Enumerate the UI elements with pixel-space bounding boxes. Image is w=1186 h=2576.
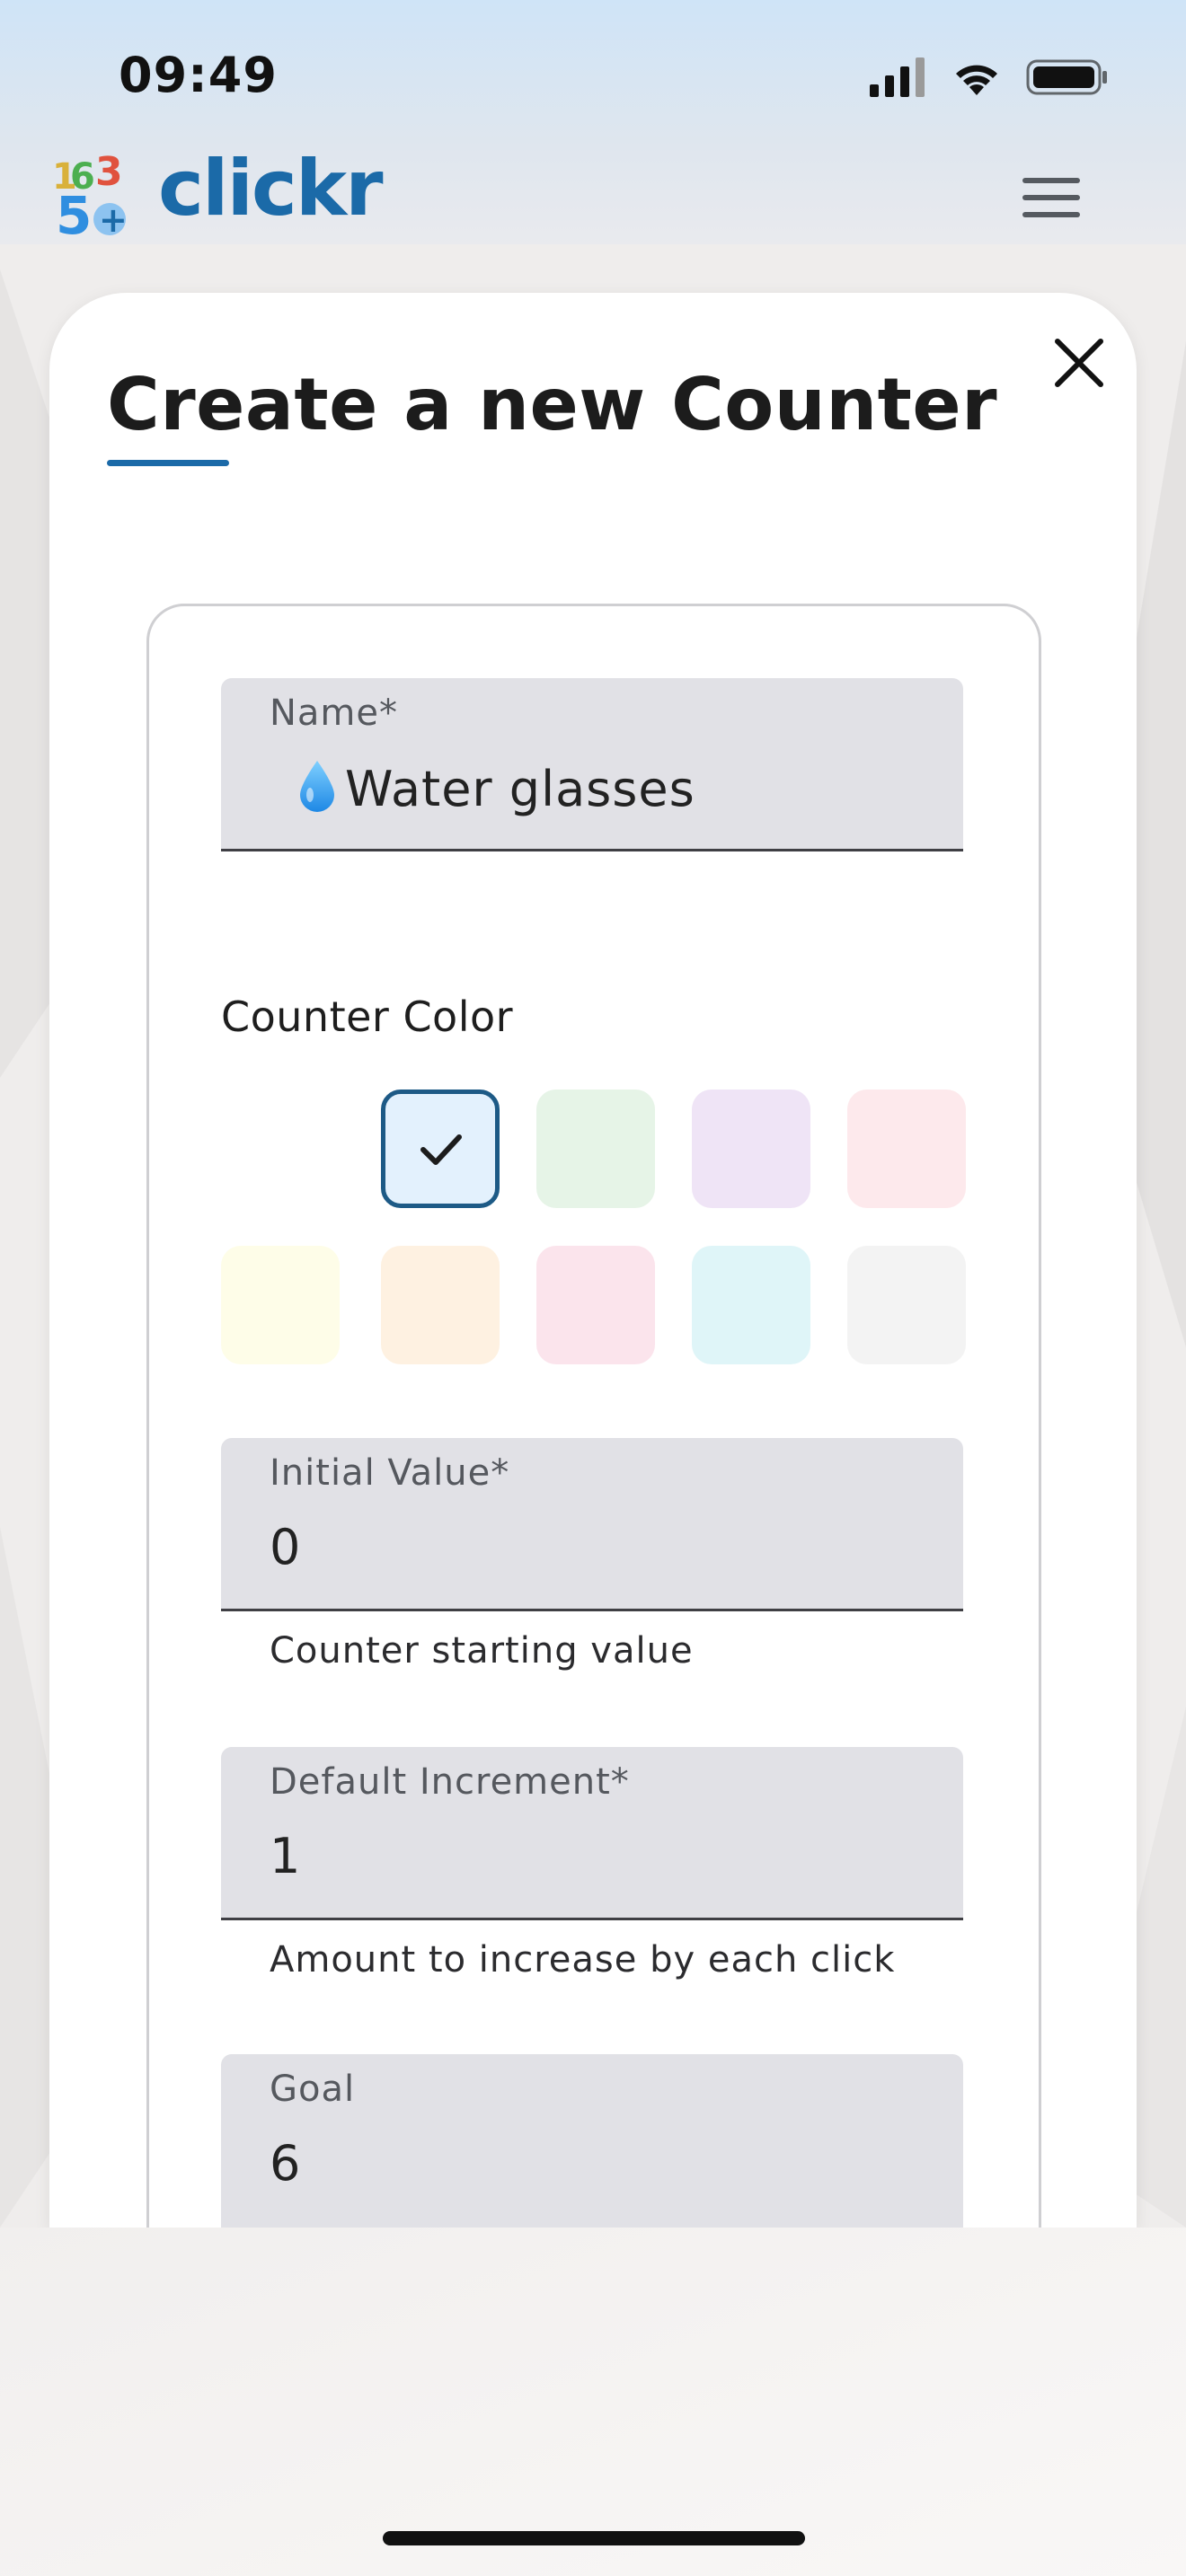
logo-digit: + bbox=[99, 200, 128, 239]
bottom-backdrop bbox=[0, 2228, 1186, 2576]
logo-digit: 3 bbox=[95, 153, 123, 195]
default-increment-input[interactable]: 1 bbox=[270, 1828, 301, 1884]
counter-form: Name* Water glasses Counter Color Initia… bbox=[146, 604, 1041, 2316]
app-logo-text[interactable]: clickr bbox=[158, 144, 384, 234]
name-field-label: Name* bbox=[270, 693, 399, 734]
initial-value-label: Initial Value* bbox=[270, 1452, 510, 1494]
color-swatch[interactable] bbox=[381, 1090, 500, 1208]
color-swatch[interactable] bbox=[221, 1246, 340, 1364]
name-field-text: Water glasses bbox=[345, 761, 695, 817]
color-swatch[interactable] bbox=[536, 1246, 655, 1364]
default-increment-label: Default Increment* bbox=[270, 1761, 630, 1803]
name-field[interactable]: Name* Water glasses bbox=[221, 678, 963, 851]
goal-input[interactable]: 6 bbox=[270, 2135, 301, 2192]
checkmark-icon bbox=[420, 1134, 462, 1165]
status-time: 09:49 bbox=[119, 47, 278, 103]
color-swatch[interactable] bbox=[381, 1246, 500, 1364]
initial-value-helper: Counter starting value bbox=[270, 1630, 694, 1672]
initial-value-field[interactable]: Initial Value* 0 bbox=[221, 1438, 963, 1611]
home-indicator[interactable] bbox=[383, 2531, 805, 2545]
cellular-signal-icon bbox=[870, 57, 925, 97]
app-header: 09:49 1 6 3 5 + clickr bbox=[0, 0, 1186, 244]
color-swatch[interactable] bbox=[847, 1090, 966, 1208]
modal-title: Create a new Counter bbox=[107, 363, 998, 446]
default-increment-field[interactable]: Default Increment* 1 bbox=[221, 1747, 963, 1920]
wifi-icon bbox=[956, 65, 997, 95]
name-field-value[interactable]: Water glasses bbox=[270, 759, 695, 817]
status-icons bbox=[870, 56, 1109, 99]
title-underline bbox=[107, 460, 229, 466]
initial-value-input[interactable]: 0 bbox=[270, 1519, 301, 1575]
color-swatch[interactable] bbox=[692, 1090, 810, 1208]
default-increment-helper: Amount to increase by each click bbox=[270, 1939, 896, 1981]
logo-digit: 5 bbox=[56, 185, 92, 239]
water-drop-icon bbox=[300, 761, 334, 812]
battery-icon bbox=[1026, 59, 1107, 95]
hamburger-menu-icon[interactable] bbox=[1022, 178, 1080, 223]
color-swatch[interactable] bbox=[536, 1090, 655, 1208]
create-counter-modal: Create a new Counter Name* Water glasses bbox=[49, 293, 1137, 2316]
counter-color-label: Counter Color bbox=[221, 992, 514, 1041]
goal-label: Goal bbox=[270, 2069, 356, 2110]
close-icon[interactable] bbox=[1049, 332, 1110, 393]
clickr-logo-icon: 1 6 3 5 + bbox=[52, 153, 128, 239]
color-swatch[interactable] bbox=[847, 1246, 966, 1364]
color-swatch[interactable] bbox=[692, 1246, 810, 1364]
